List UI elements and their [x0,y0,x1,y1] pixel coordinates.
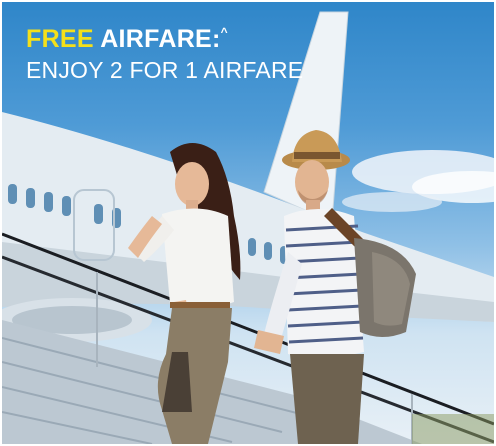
caret-mark: ^ [220,25,228,39]
headline-subtitle: ENJOY 2 FOR 1 AIRFARE [26,56,304,83]
airfare-word: AIRFARE: [93,25,221,53]
free-word: FREE [26,25,94,53]
headline-title: FREE AIRFARE:^ [26,25,303,54]
promo-banner[interactable]: FREE AIRFARE:^ ENJOY 2 FOR 1 AIRFARE [2,2,494,444]
promo-headline: FREE AIRFARE:^ ENJOY 2 FOR 1 AIRFARE [26,25,304,83]
